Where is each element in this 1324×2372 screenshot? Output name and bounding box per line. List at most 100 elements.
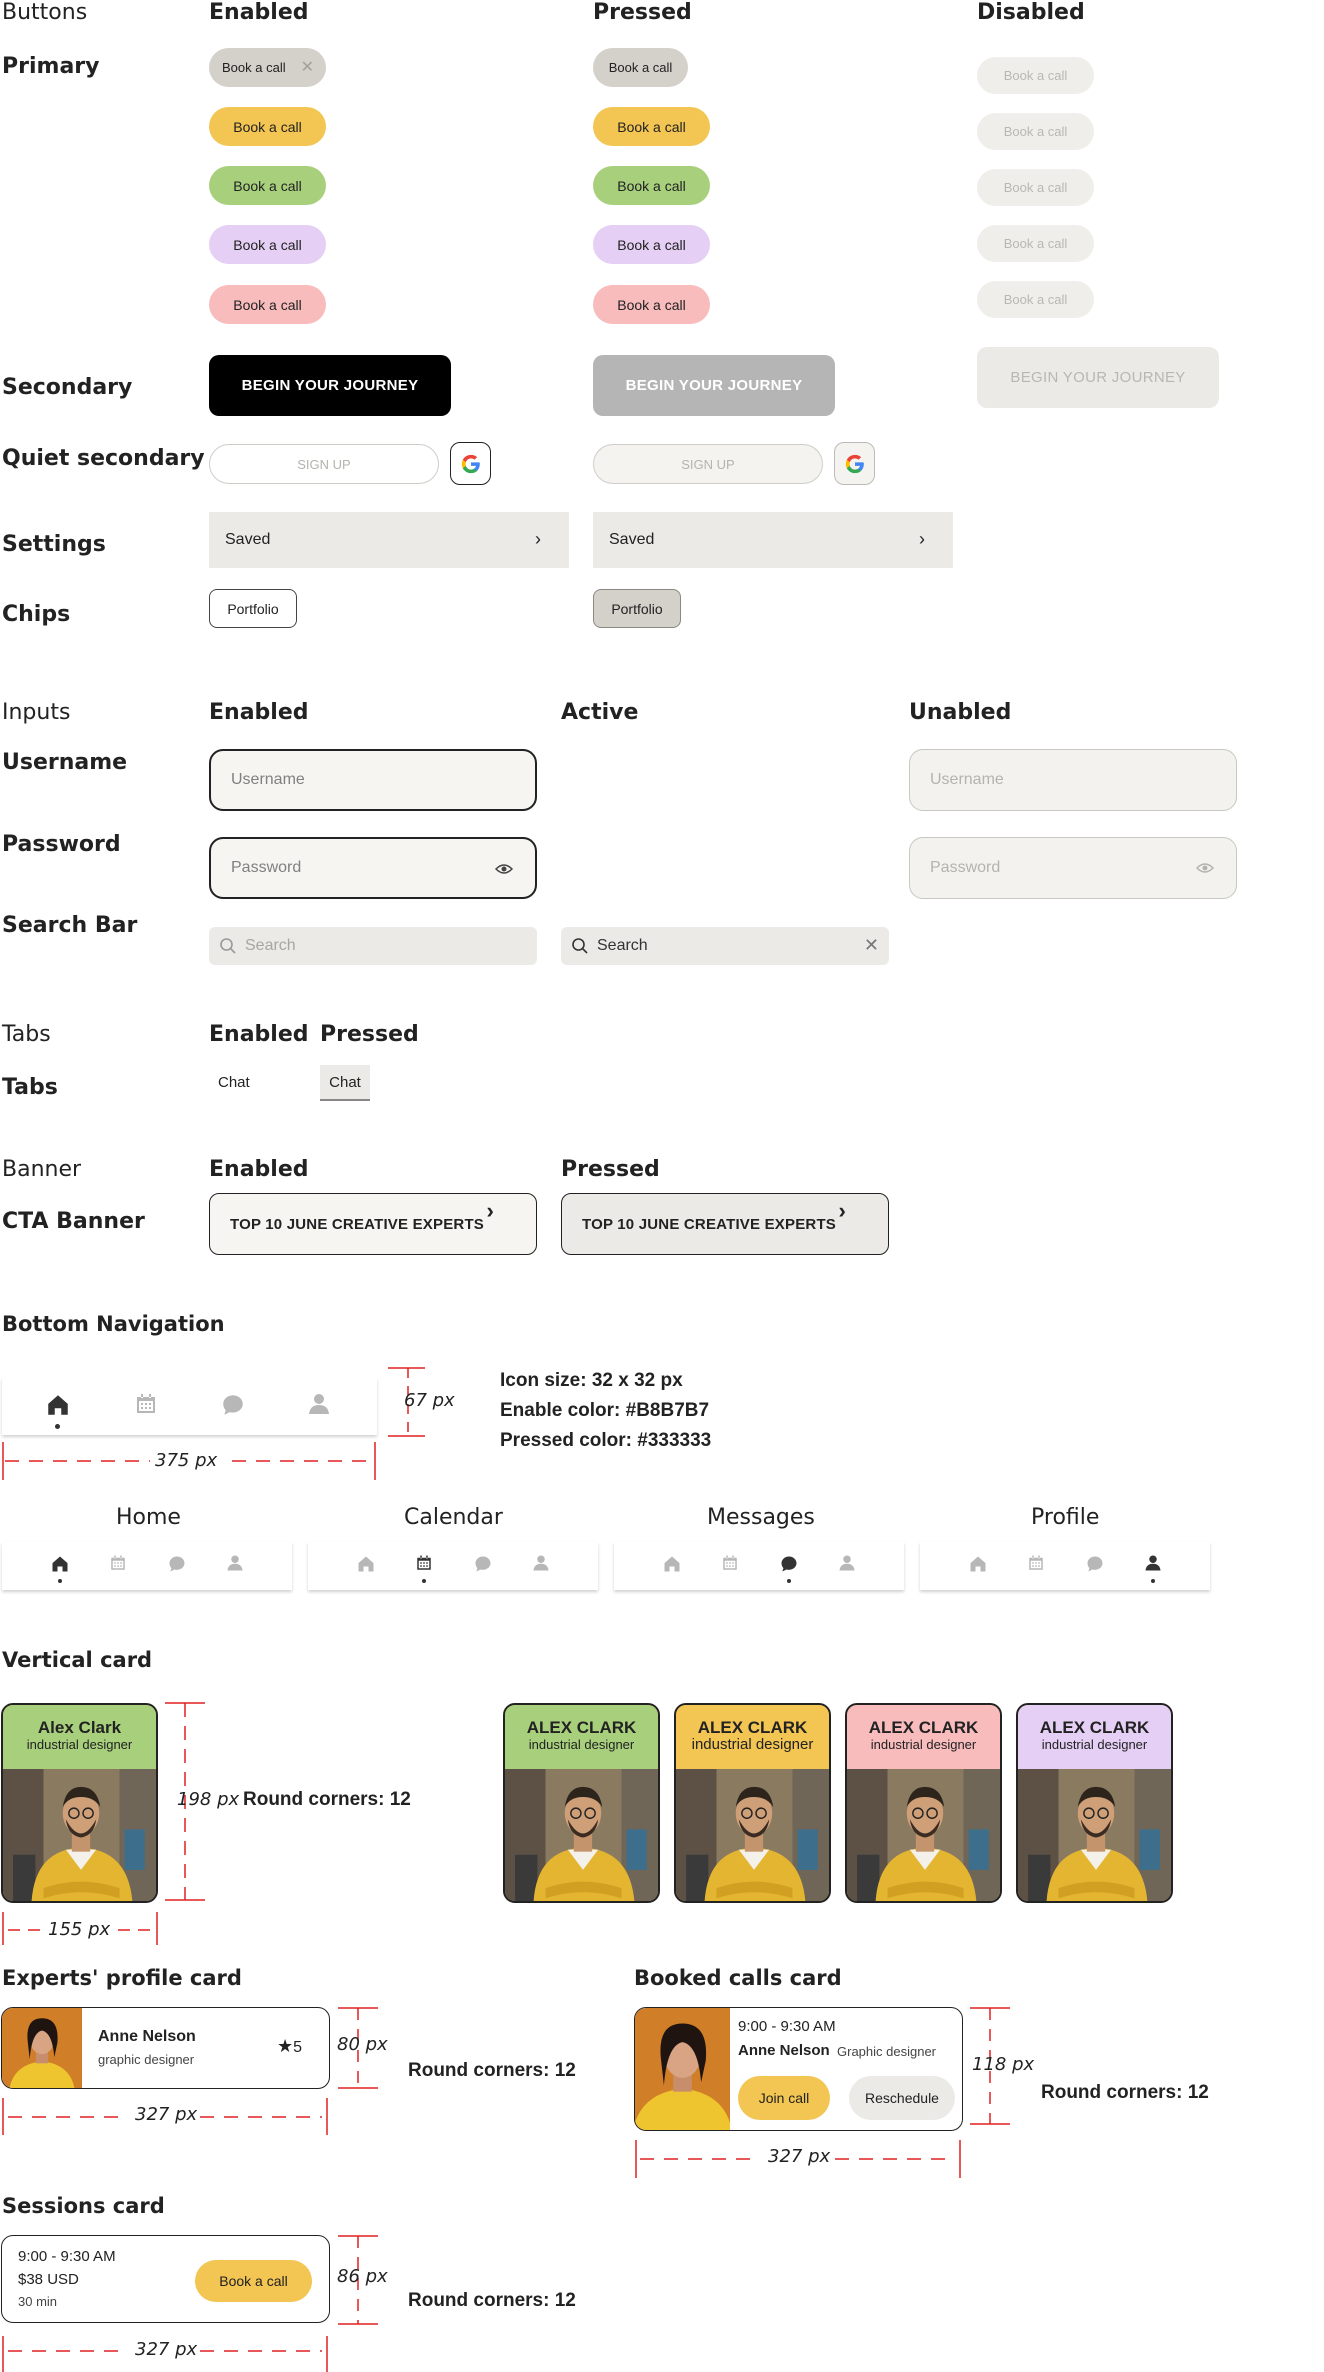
search-value: Search xyxy=(597,937,648,954)
tab-chat-pressed[interactable]: Chat xyxy=(320,1065,370,1101)
primary-button-purple[interactable]: Book a call xyxy=(209,225,326,264)
messages-icon[interactable] xyxy=(1085,1554,1105,1574)
messages-icon[interactable] xyxy=(473,1554,493,1574)
vertical-card-green[interactable]: ALEX CLARK industrial designer xyxy=(503,1703,660,1903)
vertical-card-height: 198 px xyxy=(177,1789,240,1810)
calendar-icon[interactable] xyxy=(1027,1554,1045,1572)
primary-button-pink-pressed[interactable]: Book a call xyxy=(593,285,710,324)
home-icon[interactable] xyxy=(50,1554,70,1574)
primary-button-green[interactable]: Book a call xyxy=(209,166,326,205)
primary-button-disabled-1: Book a call xyxy=(977,57,1094,94)
profile-icon[interactable] xyxy=(1144,1554,1162,1572)
cta-banner[interactable]: TOP 10 JUNE CREATIVE EXPERTS › xyxy=(209,1193,537,1255)
search-input[interactable]: Search xyxy=(209,927,537,965)
vertical-card-yellow[interactable]: ALEX CLARK industrial designer xyxy=(674,1703,831,1903)
settings-row-label: Saved xyxy=(609,531,655,548)
chevron-right-icon: › xyxy=(535,529,541,549)
quiet-secondary-label: Quiet secondary xyxy=(2,446,205,471)
settings-row-pressed[interactable]: Saved › xyxy=(593,512,953,568)
search-placeholder: Search xyxy=(245,937,296,954)
clear-icon[interactable]: ✕ xyxy=(864,935,879,956)
secondary-button-pressed[interactable]: BEGIN YOUR JOURNEY xyxy=(593,355,835,416)
sessions-card-title: Sessions card xyxy=(2,2194,165,2218)
vertical-card-header: ALEX CLARK industrial designer xyxy=(505,1705,658,1769)
google-button[interactable] xyxy=(450,442,491,485)
pressed-color-spec: Pressed color: #333333 xyxy=(500,1430,712,1451)
tab-chat[interactable]: Chat xyxy=(218,1074,250,1091)
bottom-nav-width: 375 px xyxy=(155,1450,218,1471)
button-label: Book a call xyxy=(222,60,286,75)
search-bar-label: Search Bar xyxy=(2,913,138,938)
primary-button-disabled-4: Book a call xyxy=(977,225,1094,262)
primary-button-neutral-pressed[interactable]: Book a call xyxy=(593,48,688,87)
primary-button-yellow-pressed[interactable]: Book a call xyxy=(593,107,710,146)
tabs-label: Tabs xyxy=(2,1075,58,1100)
calendar-icon[interactable] xyxy=(415,1554,433,1572)
bottom-nav-home xyxy=(2,1542,292,1590)
vertical-card-role: industrial designer xyxy=(691,1736,814,1753)
eye-icon[interactable] xyxy=(495,862,513,876)
password-input-disabled: Password xyxy=(909,837,1237,899)
password-placeholder: Password xyxy=(930,859,1001,876)
signup-button[interactable]: SIGN UP xyxy=(209,444,439,484)
signup-button-pressed[interactable]: SIGN UP xyxy=(593,444,823,484)
password-input[interactable]: Password xyxy=(209,837,537,899)
profile-card-title: Experts' profile card xyxy=(2,1966,242,1990)
username-input[interactable]: Username xyxy=(209,749,537,811)
cta-banner-pressed[interactable]: TOP 10 JUNE CREATIVE EXPERTS › xyxy=(561,1193,889,1255)
booked-card-height: 118 px xyxy=(972,2054,1035,2075)
vertical-card-name: ALEX CLARK xyxy=(697,1718,808,1737)
messages-icon[interactable] xyxy=(779,1554,799,1574)
active-dot xyxy=(787,1579,791,1583)
password-label: Password xyxy=(2,832,121,857)
google-icon xyxy=(460,453,482,475)
col-pressed: Pressed xyxy=(561,1157,660,1182)
username-input-disabled: Username xyxy=(909,749,1237,811)
settings-row[interactable]: Saved › xyxy=(209,512,569,568)
nav-state-profile-label: Profile xyxy=(1031,1505,1100,1530)
primary-button-pink[interactable]: Book a call xyxy=(209,285,326,324)
active-dot xyxy=(58,1579,62,1583)
primary-button-neutral[interactable]: Book a call ✕ xyxy=(209,48,326,87)
primary-button-purple-pressed[interactable]: Book a call xyxy=(593,225,710,264)
sessions-card-width: 327 px xyxy=(135,2339,198,2360)
search-input-active[interactable]: Search ✕ xyxy=(561,927,889,965)
chip-portfolio[interactable]: Portfolio xyxy=(209,589,297,628)
messages-icon[interactable] xyxy=(167,1554,187,1574)
vertical-card-width: 155 px xyxy=(48,1919,111,1940)
chevron-right-icon: › xyxy=(486,1198,494,1223)
home-icon[interactable] xyxy=(968,1554,988,1574)
profile-icon[interactable] xyxy=(838,1554,856,1572)
primary-button-green-pressed[interactable]: Book a call xyxy=(593,166,710,205)
expert-photo xyxy=(676,1769,829,1901)
booked-card-width: 327 px xyxy=(768,2146,831,2167)
chevron-right-icon: › xyxy=(838,1198,846,1223)
cta-banner-label: CTA Banner xyxy=(2,1209,145,1234)
col-pressed: Pressed xyxy=(593,0,692,25)
bottom-nav-title: Bottom Navigation xyxy=(2,1312,225,1336)
vertical-card-pink[interactable]: ALEX CLARK industrial designer xyxy=(845,1703,1002,1903)
home-icon[interactable] xyxy=(356,1554,376,1574)
profile-card-height: 80 px xyxy=(337,2034,388,2055)
search-icon xyxy=(220,938,236,954)
google-button-pressed[interactable] xyxy=(834,442,875,485)
icon-size-spec: Icon size: 32 x 32 px xyxy=(500,1370,683,1391)
bottom-nav-messages xyxy=(614,1542,904,1590)
chip-portfolio-pressed[interactable]: Portfolio xyxy=(593,589,681,628)
vertical-card-purple[interactable]: ALEX CLARK industrial designer xyxy=(1016,1703,1173,1903)
profile-icon[interactable] xyxy=(532,1554,550,1572)
primary-button-disabled-3: Book a call xyxy=(977,169,1094,206)
vertical-card-role: industrial designer xyxy=(528,1737,635,1752)
chips-label: Chips xyxy=(2,602,71,627)
primary-button-yellow[interactable]: Book a call xyxy=(209,107,326,146)
secondary-button[interactable]: BEGIN YOUR JOURNEY xyxy=(209,355,451,416)
chevron-right-icon: › xyxy=(919,529,925,549)
col-disabled: Disabled xyxy=(977,0,1085,25)
calendar-icon[interactable] xyxy=(721,1554,739,1572)
calendar-icon[interactable] xyxy=(109,1554,127,1572)
profile-icon[interactable] xyxy=(226,1554,244,1572)
google-icon xyxy=(844,453,866,475)
secondary-label: Secondary xyxy=(2,375,133,400)
home-icon[interactable] xyxy=(662,1554,682,1574)
active-dot xyxy=(422,1579,426,1583)
